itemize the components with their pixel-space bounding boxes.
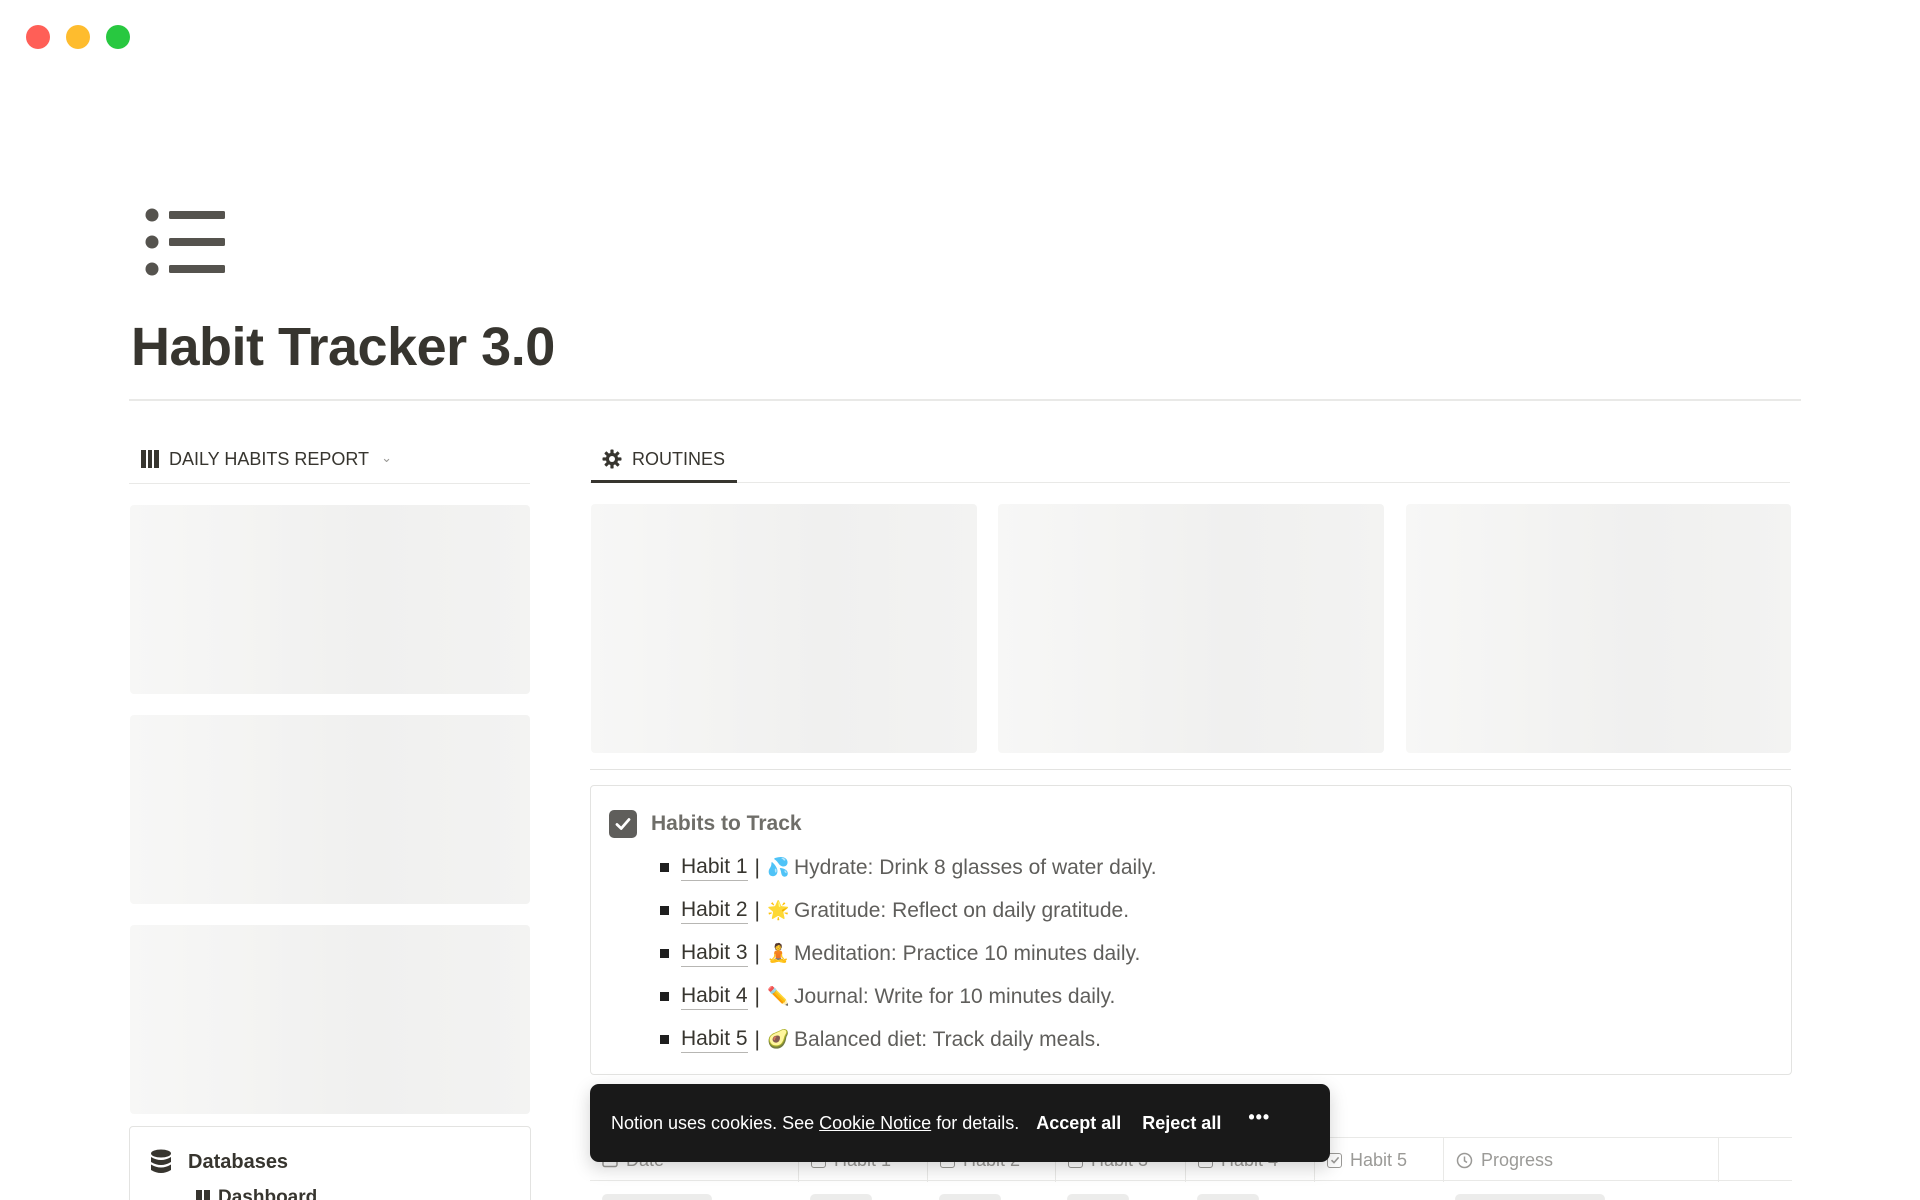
table-row-placeholder [590,1188,1792,1200]
square-bullet-icon [660,863,669,872]
board-view-icon [196,1190,210,1200]
meditation-icon: 🧘 [767,943,790,964]
column-header-progress[interactable]: Progress [1443,1138,1718,1182]
square-bullet-icon [660,992,669,1001]
more-options-icon[interactable]: ••• [1248,1107,1270,1128]
habit-description: Gratitude: Reflect on daily gratitude. [794,898,1130,922]
habit-description: Balanced diet: Track daily meals. [794,1027,1101,1051]
habit-description: Journal: Write for 10 minutes daily. [794,984,1116,1008]
habit-link[interactable]: Habit 3 [681,941,748,967]
cookie-banner: Notion uses cookies. See Cookie Notice f… [590,1084,1330,1162]
databases-callout: Databases Dashboard [129,1126,531,1200]
habit-link[interactable]: Habit 4 [681,984,748,1010]
list-item: Habit 3 | 🧘 Meditation: Practice 10 minu… [655,932,1157,975]
separator: | [754,941,761,965]
habit-description: Hydrate: Drink 8 glasses of water daily. [794,855,1157,879]
report-card-placeholder[interactable] [130,715,530,904]
database-link-label: Dashboard [218,1187,318,1200]
separator: | [754,984,761,1008]
pencil-icon: ✏️ [767,986,790,1007]
tab-routines-label: ROUTINES [632,448,726,469]
chevron-down-icon[interactable]: ⌄ [381,450,392,466]
cookie-message: Notion uses cookies. See Cookie Notice f… [611,1113,1019,1134]
avocado-icon: 🥑 [767,1029,790,1050]
active-tab-indicator [591,480,737,483]
report-card-placeholder[interactable] [130,505,530,694]
habits-to-track-callout: Habits to Track Habit 1 | 💦 Hydrate: Dri… [590,785,1792,1075]
square-bullet-icon [660,1035,669,1044]
gear-icon [602,449,622,469]
habit-link[interactable]: Habit 1 [681,855,748,881]
bulleted-list-icon[interactable] [145,207,227,277]
cookie-message-suffix: for details. [936,1112,1020,1133]
database-icon [151,1149,171,1173]
column-header-habit-5[interactable]: Habit 5 [1314,1138,1443,1182]
square-bullet-icon [660,949,669,958]
window-minimize-button[interactable] [66,25,90,49]
column-header-add[interactable] [1718,1138,1792,1182]
board-view-icon [141,450,159,468]
database-link-dashboard[interactable]: Dashboard [196,1187,317,1200]
list-item: Habit 2 | 🌟 Gratitude: Reflect on daily … [655,889,1157,932]
tab-daily-habits-report-label: DAILY HABITS REPORT [169,448,370,469]
droplets-icon: 💦 [767,857,790,878]
habit-link[interactable]: Habit 5 [681,1027,748,1053]
routine-card-placeholder[interactable] [998,504,1384,753]
window-close-button[interactable] [26,25,50,49]
cookie-message-prefix: Notion uses cookies. See [611,1112,815,1133]
habits-list: Habit 1 | 💦 Hydrate: Drink 8 glasses of … [655,846,1157,1061]
habits-heading: Habits to Track [609,810,802,838]
star-icon: 🌟 [767,900,790,921]
habit-link[interactable]: Habit 2 [681,898,748,924]
tab-daily-habits-report[interactable]: DAILY HABITS REPORT ⌄ [141,444,392,474]
databases-heading: Databases [150,1149,288,1175]
tab-routines[interactable]: ROUTINES [602,444,725,474]
checkbox-checked-icon [609,810,637,838]
square-bullet-icon [660,906,669,915]
separator: | [754,855,761,879]
window-zoom-button[interactable] [106,25,130,49]
list-item: Habit 5 | 🥑 Balanced diet: Track daily m… [655,1018,1157,1061]
habit-description: Meditation: Practice 10 minutes daily. [794,941,1141,965]
databases-heading-label: Databases [188,1150,289,1173]
section-divider [590,769,1791,770]
tab-divider [590,482,1790,483]
accept-all-button[interactable]: Accept all [1036,1113,1121,1134]
routine-card-placeholder[interactable] [1406,504,1791,753]
cookie-notice-link[interactable]: Cookie Notice [819,1113,931,1134]
clock-icon [1456,1152,1473,1168]
column-header-label: Habit 5 [1350,1149,1408,1170]
separator: | [754,898,761,922]
column-header-label: Progress [1481,1149,1554,1170]
window-controls [26,25,130,49]
list-item: Habit 1 | 💦 Hydrate: Drink 8 glasses of … [655,846,1157,889]
report-card-placeholder[interactable] [130,925,530,1114]
title-divider [129,399,1801,401]
list-item: Habit 4 | ✏️ Journal: Write for 10 minut… [655,975,1157,1018]
separator: | [754,1027,761,1051]
tab-divider [129,483,530,484]
page-title: Habit Tracker 3.0 [131,317,555,377]
reject-all-button[interactable]: Reject all [1142,1113,1221,1134]
routine-card-placeholder[interactable] [591,504,977,753]
habits-heading-label: Habits to Track [651,812,802,835]
